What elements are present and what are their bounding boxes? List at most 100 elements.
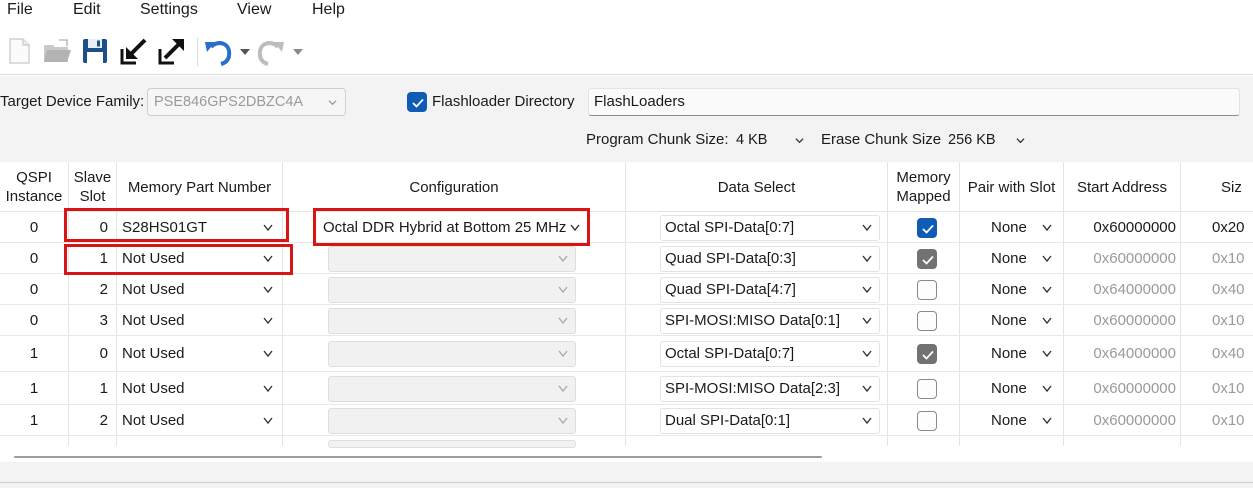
chevron-down-icon xyxy=(1042,224,1052,232)
pair-with-slot-select[interactable]: None xyxy=(986,308,1060,334)
partial-cell xyxy=(626,436,888,446)
data-select-select[interactable]: Quad SPI-Data[0:3] xyxy=(660,246,880,272)
partial-cell xyxy=(888,436,960,446)
new-file-icon[interactable] xyxy=(4,36,34,66)
menu-settings[interactable]: Settings xyxy=(140,0,198,20)
start-address-value[interactable]: 0x60000000 xyxy=(1066,219,1176,237)
configuration-select xyxy=(328,277,576,303)
memory-mapped-checkbox[interactable] xyxy=(917,280,937,300)
memory-mapped-checkbox[interactable] xyxy=(917,379,937,399)
pair-with-slot-select[interactable]: None xyxy=(986,341,1060,367)
menu-file[interactable]: File xyxy=(7,0,33,20)
target-device-family-value: PSE846GPS2DBZC4A xyxy=(154,94,304,110)
table-row: 1 0 Not Used Octal SPI-Data[0:7] None 0x64000… xyxy=(0,336,1253,372)
erase-chunk-size-value: 256 KB xyxy=(948,132,996,148)
memory-part-select[interactable]: Not Used xyxy=(117,341,281,367)
configuration-cell xyxy=(283,336,626,371)
chevron-down-icon xyxy=(263,286,273,294)
data-select-value: Octal SPI-Data[0:7] xyxy=(665,345,795,362)
menu-help[interactable]: Help xyxy=(312,0,345,20)
size-value: 0x40 xyxy=(1212,345,1245,362)
redo-dropdown-icon[interactable] xyxy=(291,36,305,66)
pair-with-slot-select[interactable]: None xyxy=(986,215,1060,241)
start-address-cell: 0x64000000 xyxy=(1064,336,1181,371)
header-data-select: Data Select xyxy=(626,162,888,212)
memory-part-select[interactable]: Not Used xyxy=(117,408,281,434)
slave-slot-cell: 2 xyxy=(69,405,117,435)
slave-slot-cell: 1 xyxy=(69,243,117,273)
qspi-instance-cell: 0 xyxy=(0,274,69,304)
configuration-select xyxy=(328,408,576,434)
configuration-select xyxy=(328,376,576,402)
save-icon[interactable] xyxy=(80,36,110,66)
qspi-instance-cell: 0 xyxy=(0,243,69,273)
memory-part-select[interactable]: Not Used xyxy=(117,277,281,303)
configuration-select xyxy=(328,341,576,367)
erase-chunk-size-select[interactable]: 256 KB xyxy=(941,126,1034,154)
memory-mapped-checkbox[interactable] xyxy=(917,411,937,431)
memory-part-select[interactable]: Not Used xyxy=(117,376,281,402)
data-select-select[interactable]: Quad SPI-Data[4:7] xyxy=(660,277,880,303)
chevron-down-icon xyxy=(558,385,568,393)
partial-cell xyxy=(1064,436,1181,446)
target-device-family-select[interactable]: PSE846GPS2DBZC4A xyxy=(147,88,346,116)
memory-mapped-checkbox[interactable] xyxy=(917,249,937,269)
configuration-cell xyxy=(283,243,626,273)
memory-mapped-checkbox[interactable] xyxy=(917,311,937,331)
pair-with-slot-select[interactable]: None xyxy=(986,376,1060,402)
header-part-text: Memory Part Number xyxy=(127,179,272,196)
data-select-select[interactable]: SPI-MOSI:MISO Data[2:3] xyxy=(660,376,880,402)
size-value: 0x40 xyxy=(1212,281,1245,298)
redo-icon[interactable] xyxy=(256,36,286,66)
pair-with-slot-select[interactable]: None xyxy=(986,408,1060,434)
partial-select xyxy=(328,440,576,448)
toolbar-separator xyxy=(0,74,1253,75)
data-select-cell: SPI-MOSI:MISO Data[0:1] xyxy=(626,305,888,335)
memory-part-select[interactable]: Not Used xyxy=(117,308,281,334)
menu-edit[interactable]: Edit xyxy=(73,0,101,20)
pair-with-slot-select[interactable]: None xyxy=(986,277,1060,303)
qspi-instance-cell: 1 xyxy=(0,336,69,371)
chevron-down-icon xyxy=(1042,417,1052,425)
data-select-select[interactable]: Octal SPI-Data[0:7] xyxy=(660,341,880,367)
flashloader-directory-input[interactable]: FlashLoaders xyxy=(588,88,1240,116)
data-select-select[interactable]: Dual SPI-Data[0:1] xyxy=(660,408,880,434)
pair-with-slot-select[interactable]: None xyxy=(986,246,1060,272)
export-icon[interactable] xyxy=(157,36,187,66)
table-row: 1 1 Not Used SPI-MOSI:MISO Data[2:3] None 0x6… xyxy=(0,372,1253,405)
start-address-value: 0x64000000 xyxy=(1093,345,1176,362)
partial-cell xyxy=(69,436,117,446)
chevron-down-icon xyxy=(1042,255,1052,263)
data-select-cell: Octal SPI-Data[0:7] xyxy=(626,336,888,371)
start-address-cell: 0x60000000 xyxy=(1064,405,1181,435)
data-select-select[interactable]: Octal SPI-Data[0:7] xyxy=(660,215,880,241)
memory-mapped-cell xyxy=(888,243,960,273)
data-select-cell: Dual SPI-Data[0:1] xyxy=(626,405,888,435)
undo-icon[interactable] xyxy=(203,36,233,66)
data-select-select[interactable]: SPI-MOSI:MISO Data[0:1] xyxy=(660,308,880,334)
data-select-cell: Octal SPI-Data[0:7] xyxy=(626,212,888,242)
memory-part-select[interactable]: S28HS01GT xyxy=(117,215,281,241)
flashloader-directory-value: FlashLoaders xyxy=(594,93,685,110)
memory-part-cell: Not Used xyxy=(117,405,283,435)
memory-part-select[interactable]: Not Used xyxy=(117,246,281,272)
table-row: 1 2 Not Used Dual SPI-Data[0:1] None 0x600000… xyxy=(0,405,1253,436)
flashloader-directory-checkbox[interactable] xyxy=(407,92,427,112)
menu-view[interactable]: View xyxy=(237,0,271,20)
configuration-cell xyxy=(283,305,626,335)
start-address-cell: 0x64000000 xyxy=(1064,274,1181,304)
slave-slot-cell: 0 xyxy=(69,212,117,242)
undo-dropdown-icon[interactable] xyxy=(238,36,252,66)
memory-part-cell: S28HS01GT xyxy=(117,212,283,242)
header-slave-line2: Slot xyxy=(79,188,106,205)
program-chunk-size-select[interactable]: 4 KB xyxy=(729,126,813,154)
import-icon[interactable] xyxy=(119,36,149,66)
memory-mapped-checkbox[interactable] xyxy=(917,344,937,364)
open-folder-icon[interactable] xyxy=(42,36,72,66)
pair-with-slot-value: None xyxy=(991,345,1027,362)
horizontal-scrollbar[interactable] xyxy=(14,456,822,458)
header-slave-line1: Slave xyxy=(73,169,112,186)
memory-mapped-checkbox[interactable] xyxy=(917,218,937,238)
configuration-select[interactable]: Octal DDR Hybrid at Bottom 25 MHz xyxy=(318,215,588,241)
memory-part-cell: Not Used xyxy=(117,243,283,273)
